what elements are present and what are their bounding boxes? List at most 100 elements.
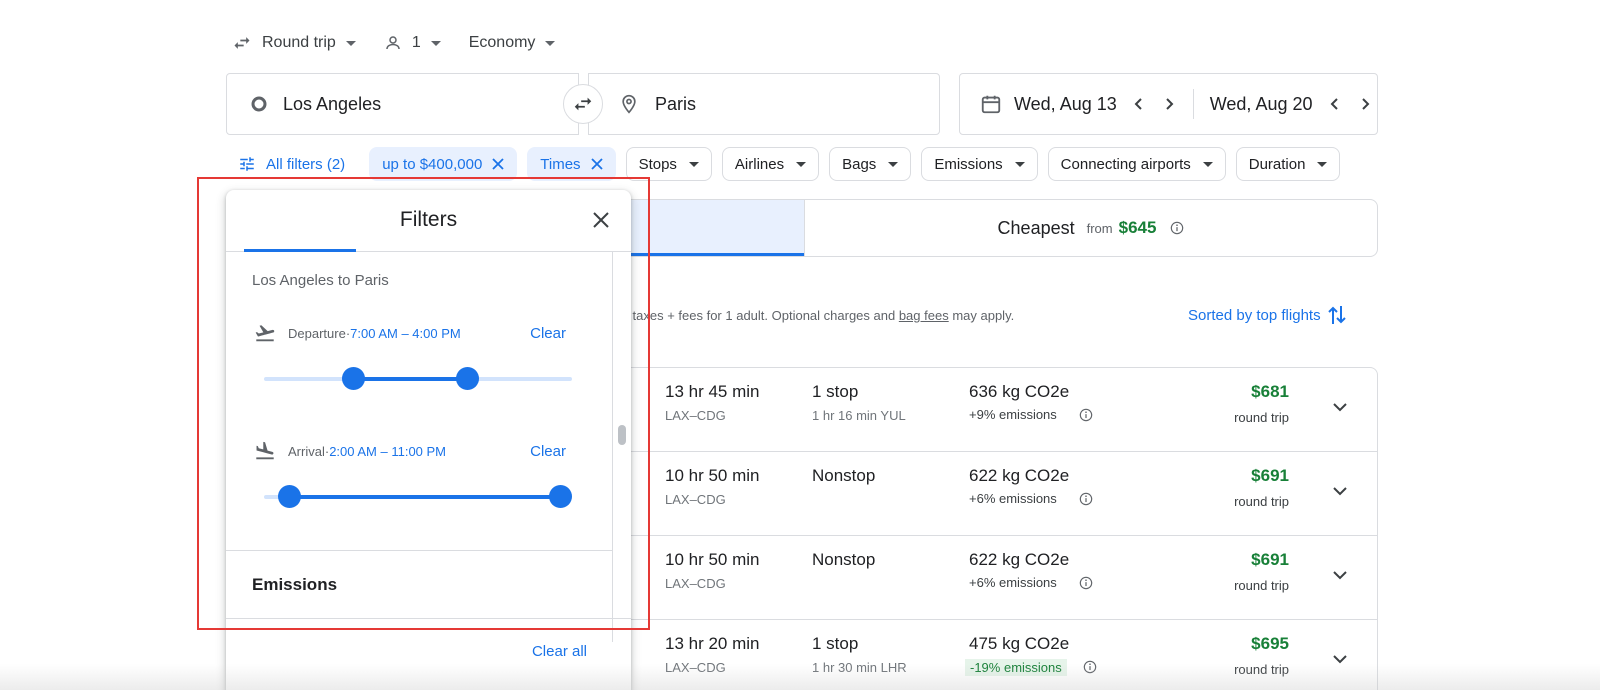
sort-arrows-icon [1327, 306, 1346, 324]
caret-down-icon [688, 162, 699, 167]
chip-label: Bags [842, 155, 877, 173]
chevron-left-icon[interactable] [1327, 96, 1343, 112]
departure-clear-button[interactable]: Clear [530, 325, 566, 342]
cabin-class-select[interactable]: Economy [469, 34, 556, 52]
departure-row: Departure · 7:00 AM – 4:00 PM Clear [252, 322, 592, 344]
airplane-landing-icon [256, 441, 274, 460]
arrival-slider-start-handle[interactable] [277, 485, 301, 508]
clear-all-button[interactable]: Clear all [532, 643, 587, 660]
scrollbar-track [612, 252, 613, 642]
chevron-down-icon[interactable] [1331, 650, 1349, 668]
arrival-range: 2:00 AM – 11:00 PM [329, 443, 447, 459]
sort-by-button[interactable]: Sorted by top flights [1188, 304, 1347, 326]
flight-row[interactable]: 13 hr 45 min LAX–CDG 1 stop 1 hr 16 min … [601, 368, 1377, 452]
chip-label: Times [540, 155, 581, 173]
tab-best[interactable] [601, 200, 804, 256]
flight-route: LAX–CDG [665, 576, 726, 591]
origin-text: Los Angeles [283, 93, 382, 114]
chevron-down-icon[interactable] [1331, 482, 1349, 500]
co2-amount: 622 kg CO2e [969, 550, 1070, 569]
chevron-down-icon[interactable] [1331, 398, 1349, 416]
close-icon[interactable] [591, 210, 611, 230]
info-icon[interactable] [1079, 408, 1093, 422]
price-filter-chip[interactable]: up to $400,000 [369, 147, 518, 181]
price-type: round trip [1234, 662, 1289, 677]
caret-down-icon [888, 162, 899, 167]
all-filters-button[interactable]: All filters (2) [232, 155, 345, 173]
passengers-count: 1 [411, 34, 421, 51]
emissions-change: +9% emissions [969, 407, 1057, 422]
cheapest-label: Cheapest [997, 217, 1075, 238]
filters-panel-footer: Clear all [226, 618, 631, 690]
info-icon[interactable] [1079, 576, 1093, 590]
section-divider [226, 550, 612, 551]
trip-type-select[interactable]: Round trip [232, 33, 356, 53]
filters-panel-header: Filters [226, 190, 631, 252]
chip-label: Emissions [934, 155, 1003, 173]
date-divider [1192, 89, 1194, 119]
route-subtitle: Los Angeles to Paris [252, 272, 389, 289]
chevron-down-icon[interactable] [1331, 566, 1349, 584]
flight-duration: 10 hr 50 min [665, 550, 760, 569]
arrival-clear-button[interactable]: Clear [530, 443, 566, 460]
emissions-change: +6% emissions [969, 491, 1057, 506]
emissions-section-heading[interactable]: Emissions [252, 575, 337, 595]
emissions-filter-chip[interactable]: Emissions [921, 147, 1038, 181]
connecting-airports-filter-chip[interactable]: Connecting airports [1047, 147, 1226, 181]
chevron-right-icon[interactable] [1161, 96, 1177, 112]
panel-title: Filters [399, 208, 458, 231]
flight-stops: 1 stop [812, 382, 859, 401]
flight-price: $691 [1251, 466, 1289, 485]
arrival-slider-end-handle[interactable] [548, 485, 572, 508]
calendar-icon [981, 95, 1001, 114]
departure-slider-start-handle[interactable] [342, 367, 366, 390]
arrival-slider-fill [288, 495, 560, 499]
departure-slider-end-handle[interactable] [456, 367, 480, 390]
caret-down-icon [345, 41, 356, 46]
bag-fees-link[interactable]: bag fees [899, 308, 949, 323]
caret-down-icon [430, 41, 441, 46]
all-filters-label: All filters (2) [266, 155, 346, 173]
passengers-select[interactable]: 1 [384, 34, 441, 52]
departure-label: Departure [288, 325, 346, 341]
co2-amount: 622 kg CO2e [969, 466, 1070, 485]
price-note-text: uired taxes + fees for 1 adult. Optional… [600, 308, 899, 323]
results-list: 13 hr 45 min LAX–CDG 1 stop 1 hr 16 min … [600, 367, 1378, 690]
duration-filter-chip[interactable]: Duration [1235, 147, 1341, 181]
airlines-filter-chip[interactable]: Airlines [721, 147, 820, 181]
info-icon[interactable] [1083, 660, 1097, 674]
flight-route: LAX–CDG [665, 492, 726, 507]
close-icon[interactable] [590, 158, 603, 170]
depart-date[interactable]: Wed, Aug 13 [1014, 94, 1117, 115]
info-icon[interactable] [1170, 221, 1184, 235]
flight-row[interactable]: 13 hr 20 min LAX–CDG 1 stop 1 hr 30 min … [601, 620, 1377, 690]
origin-field[interactable]: Los Angeles [226, 73, 579, 135]
return-date[interactable]: Wed, Aug 20 [1210, 94, 1313, 115]
price-note: uired taxes + fees for 1 adult. Optional… [600, 308, 1014, 323]
times-filter-chip[interactable]: Times [527, 147, 616, 181]
departure-range: 7:00 AM – 4:00 PM [350, 325, 461, 341]
flight-row[interactable]: 10 hr 50 min LAX–CDG Nonstop 622 kg CO2e… [601, 536, 1377, 620]
cheapest-from: from [1086, 220, 1113, 236]
flight-duration: 10 hr 50 min [665, 466, 760, 485]
flight-stops: Nonstop [812, 550, 876, 569]
flight-price: $691 [1251, 550, 1289, 569]
info-icon[interactable] [1079, 492, 1093, 506]
flight-duration: 13 hr 20 min [665, 634, 760, 653]
scrollbar-thumb[interactable] [618, 425, 626, 445]
destination-field[interactable]: Paris [588, 73, 940, 135]
flight-row[interactable]: 10 hr 50 min LAX–CDG Nonstop 622 kg CO2e… [601, 452, 1377, 536]
swap-locations-button[interactable] [563, 84, 603, 124]
chip-label: up to $400,000 [382, 155, 483, 173]
chevron-right-icon[interactable] [1357, 96, 1373, 112]
close-icon[interactable] [492, 158, 504, 170]
stop-info: 1 hr 30 min LHR [812, 660, 907, 675]
tab-cheapest[interactable]: Cheapest from $645 [804, 200, 1377, 256]
destination-text: Paris [655, 93, 697, 114]
price-type: round trip [1234, 410, 1289, 425]
bags-filter-chip[interactable]: Bags [829, 147, 912, 181]
chevron-left-icon[interactable] [1131, 96, 1147, 112]
stops-filter-chip[interactable]: Stops [625, 147, 712, 181]
caret-down-icon [796, 162, 807, 167]
active-section-indicator [244, 249, 356, 252]
